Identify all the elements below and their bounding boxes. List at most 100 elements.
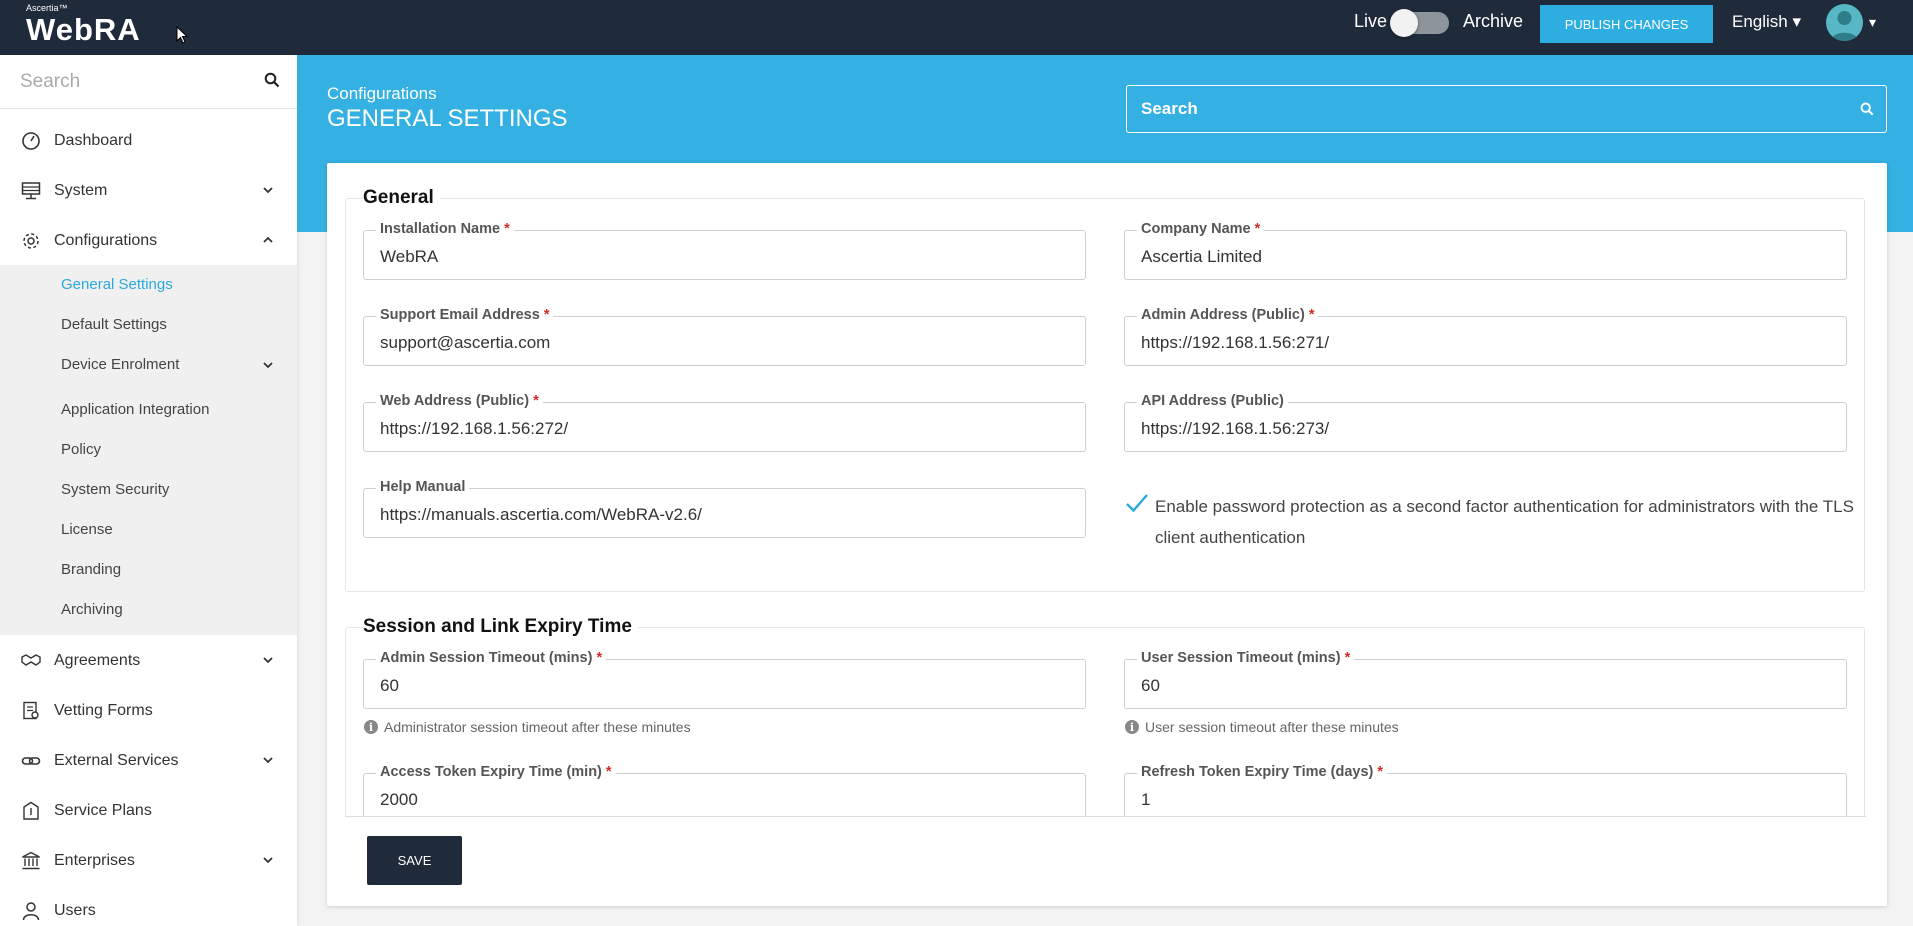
submenu-item-policy[interactable]: Policy <box>61 441 101 458</box>
installation-name-input[interactable] <box>380 246 1070 268</box>
api-address-input[interactable] <box>1141 418 1831 440</box>
sidebar-item-label: Users <box>54 902 96 919</box>
live-label: Live <box>1354 11 1388 31</box>
page-search-input[interactable] <box>1141 96 1841 122</box>
sidebar-item-label: Configurations <box>54 232 158 249</box>
page-title: GENERAL SETTINGS <box>327 105 568 132</box>
sidebar-item-users[interactable]: Users <box>0 886 297 926</box>
footer-divider <box>345 816 1866 817</box>
hint-text: User session timeout after these minutes <box>1145 719 1399 735</box>
general-section-title: General <box>363 187 440 209</box>
handshake-icon <box>21 654 41 666</box>
access-token-expiry-input[interactable] <box>380 789 1070 811</box>
chevron-up-icon <box>263 236 273 243</box>
field-label: Admin Address (Public) * <box>1137 307 1319 323</box>
field-label: Admin Session Timeout (mins) * <box>376 650 607 666</box>
field-label: Installation Name * <box>376 221 514 237</box>
top-bar: Ascertia™ WebRA Live Archive PUBLISH CHA… <box>0 0 1913 55</box>
api-address-field: API Address (Public) <box>1124 393 1847 452</box>
hint-text: Administrator session timeout after thes… <box>384 719 691 735</box>
refresh-token-expiry-field: Refresh Token Expiry Time (days) * <box>1124 764 1847 816</box>
avatar-menu-caret[interactable]: ▾ <box>1869 14 1876 31</box>
company-name-input[interactable] <box>1141 246 1831 268</box>
sidebar: Dashboard System Configurations General … <box>0 55 297 926</box>
submenu-item-default-settings[interactable]: Default Settings <box>61 316 167 333</box>
submenu-item-branding[interactable]: Branding <box>61 561 121 578</box>
sidebar-item-label: Service Plans <box>54 802 152 819</box>
field-label: User Session Timeout (mins) * <box>1137 650 1355 666</box>
user-avatar-icon <box>1831 11 1858 41</box>
chevron-down-icon <box>263 187 273 194</box>
submenu-item-general-settings[interactable]: General Settings <box>61 276 173 293</box>
web-address-field: Web Address (Public) * <box>363 393 1086 452</box>
sidebar-item-label: Dashboard <box>54 132 133 149</box>
gear-icon <box>23 233 39 249</box>
chevron-down-icon <box>263 362 273 369</box>
admin-session-timeout-input[interactable] <box>380 675 1070 697</box>
service-plans-icon <box>23 801 39 820</box>
sidebar-item-enterprises[interactable]: Enterprises <box>0 836 297 886</box>
sidebar-item-label: Agreements <box>54 652 141 669</box>
chevron-down-icon <box>263 757 273 764</box>
sidebar-item-label: External Services <box>54 752 179 769</box>
support-email-field: Support Email Address * <box>363 307 1086 366</box>
admin-timeout-hint: i Administrator session timeout after th… <box>364 719 691 735</box>
system-icon <box>21 182 41 200</box>
chevron-down-icon <box>263 657 273 664</box>
web-address-input[interactable] <box>380 418 1070 440</box>
installation-name-field: Installation Name * <box>363 221 1086 280</box>
avatar[interactable] <box>1826 4 1863 41</box>
sidebar-item-label: Enterprises <box>54 852 135 869</box>
field-label: Company Name * <box>1137 221 1265 237</box>
admin-address-input[interactable] <box>1141 332 1831 354</box>
field-label: Access Token Expiry Time (min) * <box>376 764 616 780</box>
sidebar-item-configurations[interactable]: Configurations <box>0 216 297 266</box>
language-selector[interactable]: English ▾ <box>1732 12 1801 32</box>
sidebar-item-agreements[interactable]: Agreements <box>0 636 297 686</box>
help-manual-input[interactable] <box>380 504 1070 526</box>
mouse-cursor-icon <box>176 26 188 44</box>
admin-address-field: Admin Address (Public) * <box>1124 307 1847 366</box>
submenu-item-application-integration[interactable]: Application Integration <box>61 401 209 418</box>
settings-card: General Installation Name* Company Name*… <box>327 163 1887 906</box>
refresh-token-expiry-input[interactable] <box>1141 789 1831 811</box>
field-label: Web Address (Public) * <box>376 393 543 409</box>
dashboard-icon <box>22 132 40 150</box>
sidebar-item-system[interactable]: System <box>0 166 297 216</box>
submenu-item-device-enrolment[interactable]: Device Enrolment <box>61 356 179 373</box>
help-manual-field: Help Manual <box>363 479 1086 538</box>
breadcrumb[interactable]: Configurations <box>327 84 437 104</box>
field-label: Support Email Address * <box>376 307 554 323</box>
sidebar-item-vetting-forms[interactable]: Vetting Forms <box>0 686 297 736</box>
search-icon[interactable] <box>264 72 280 88</box>
submenu-item-license[interactable]: License <box>61 521 113 538</box>
sidebar-search-input[interactable] <box>20 67 250 97</box>
search-icon[interactable] <box>1860 102 1874 116</box>
submenu-item-archiving[interactable]: Archiving <box>61 601 123 618</box>
chevron-down-icon <box>263 857 273 864</box>
link-icon <box>21 757 41 765</box>
user-timeout-hint: i User session timeout after these minut… <box>1125 719 1399 735</box>
info-icon: i <box>1125 720 1139 734</box>
password-protection-label: Enable password protection as a second f… <box>1155 497 1854 547</box>
info-icon: i <box>364 720 378 734</box>
live-archive-toggle[interactable] <box>1390 9 1449 37</box>
publish-changes-button[interactable]: PUBLISH CHANGES <box>1540 5 1713 43</box>
field-label: Refresh Token Expiry Time (days) * <box>1137 764 1388 780</box>
checkmark-icon[interactable] <box>1124 491 1150 515</box>
settings-scroll-area[interactable]: General Installation Name* Company Name*… <box>345 163 1865 816</box>
field-label: Help Manual <box>376 479 470 495</box>
webra-logo[interactable]: Ascertia™ WebRA <box>26 4 141 47</box>
sidebar-item-dashboard[interactable]: Dashboard <box>0 116 297 166</box>
company-name-field: Company Name * <box>1124 221 1847 280</box>
configurations-submenu: General Settings Default Settings Device… <box>0 265 297 635</box>
support-email-input[interactable] <box>380 332 1070 354</box>
submenu-item-system-security[interactable]: System Security <box>61 481 169 498</box>
page-search <box>1126 85 1887 133</box>
sidebar-item-service-plans[interactable]: Service Plans <box>0 786 297 836</box>
bank-icon <box>22 851 40 870</box>
save-button[interactable]: SAVE <box>367 836 462 885</box>
admin-session-timeout-field: Admin Session Timeout (mins) * <box>363 650 1086 709</box>
sidebar-item-external-services[interactable]: External Services <box>0 736 297 786</box>
user-session-timeout-input[interactable] <box>1141 675 1831 697</box>
